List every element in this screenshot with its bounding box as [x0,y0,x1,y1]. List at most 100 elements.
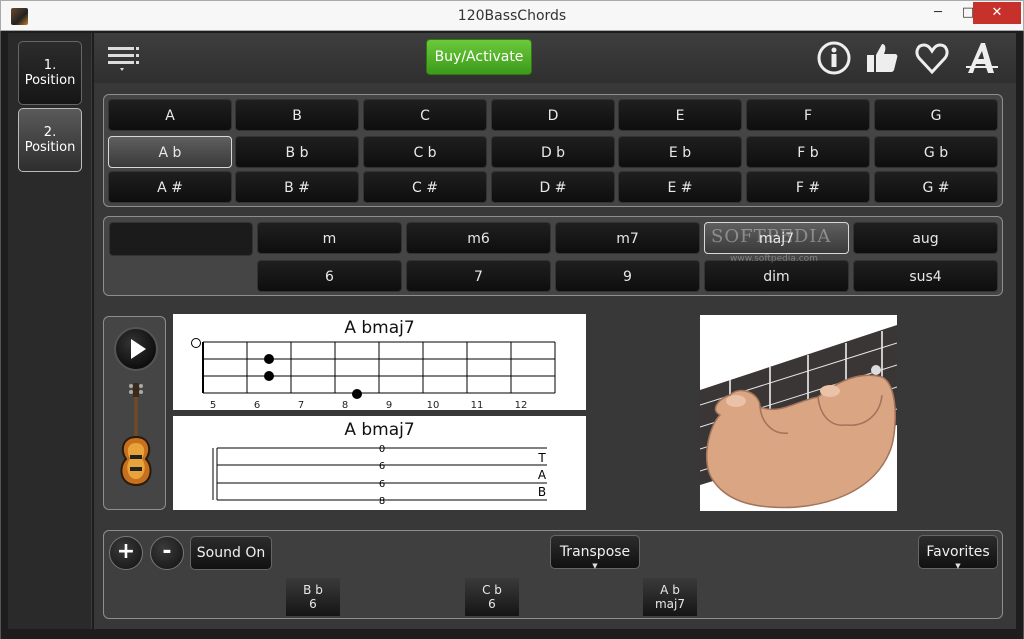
toolbar: Buy/Activate [94,33,1016,83]
root-note-button[interactable]: C # [363,171,487,203]
tab-number: 6 [379,479,385,490]
root-note-button[interactable]: A [108,99,232,131]
tab-letter: B [538,485,546,499]
root-note-button[interactable]: E [618,99,742,131]
buy-activate-button[interactable]: Buy/Activate [426,39,532,75]
play-panel [103,316,166,510]
chord-type-button[interactable]: dim [704,260,849,292]
favorites-label: Favorites [926,544,990,560]
fretboard-diagram: A bmaj7 5 6 7 8 9 10 11 12 [173,314,586,410]
heart-icon[interactable] [914,40,950,76]
root-note-button[interactable]: B # [235,171,359,203]
finger-dot [264,371,274,381]
chip-type: maj7 [654,597,685,611]
root-note-button[interactable]: D [491,99,615,131]
chord-type-button[interactable]: sus4 [853,260,998,292]
fret-number-label: 12 [515,400,528,410]
tab-staff: 0 6 6 8 T A B [212,444,547,507]
favorite-chord-chip[interactable]: A b maj7 [643,578,697,616]
tab-letter: T [537,451,546,465]
watermark-url: www.softpedia.com [730,254,818,264]
tablature: A bmaj7 0 6 6 8 T A B [173,416,586,510]
menu-icon[interactable] [106,43,140,73]
root-note-button[interactable]: D # [491,171,615,203]
fret-number-label: 5 [210,400,216,410]
tab-number: 0 [379,444,385,455]
tab-letter: A [538,468,547,482]
chord-type-button[interactable]: 7 [406,260,551,292]
transpose-label: Transpose [559,544,631,560]
chip-root: A b [660,583,680,597]
favorites-button[interactable]: Favorites ▼ [918,535,998,570]
root-note-button[interactable]: E b [618,136,742,168]
sound-toggle-button[interactable]: Sound On [190,536,272,570]
root-note-button[interactable]: G b [874,136,998,168]
position-1-button[interactable]: 1. Position [18,41,82,105]
position-label: Position [24,140,76,155]
sidebar: 1. Position 2. Position [8,33,92,629]
font-a-icon[interactable] [964,40,1000,76]
open-string-marker [191,338,201,348]
tab-number: 8 [379,496,385,507]
root-note-button[interactable]: A b [108,136,232,168]
fret-number-label: 8 [342,400,348,410]
fret-number-label: 11 [471,400,484,410]
favorite-chord-chip[interactable]: B b 6 [286,578,340,616]
root-note-button[interactable]: F b [746,136,870,168]
chord-type-button[interactable]: m7 [555,222,700,254]
blank-type-button[interactable] [109,222,253,256]
root-note-panel: ABCDEFG A bB bC bD bE bF bG b A # B # C # D #… [103,94,1003,207]
chord-type-panel: m m6 m7 maj7 aug 6 7 9 dim sus4 [103,216,1003,296]
tab-number: 6 [379,461,385,472]
root-note-button[interactable]: F [746,99,870,131]
info-icon[interactable] [816,40,852,76]
root-note-button[interactable]: D b [491,136,615,168]
hand-photo [700,315,897,511]
chevron-down-icon: ▼ [592,562,598,570]
plus-button[interactable]: + [109,536,143,570]
thumbs-up-icon[interactable] [864,40,900,76]
close-button[interactable]: ✕ [973,2,1021,24]
fret-number-label: 6 [254,400,260,410]
chord-type-button[interactable]: 9 [555,260,700,292]
root-note-button[interactable]: C [363,99,487,131]
fret-number-label: 7 [298,400,304,410]
favorite-chord-chip[interactable]: C b 6 [465,578,519,616]
chevron-down-icon: ▼ [955,562,961,570]
chip-root: B b [303,583,323,597]
chip-type: 6 [488,597,496,611]
window-title: 120BassChords [457,8,567,24]
chord-type-button[interactable]: m [257,222,402,254]
chord-type-button[interactable]: aug [853,222,998,254]
transpose-button[interactable]: Transpose ▼ [550,535,640,570]
minimize-button[interactable]: ─ [923,2,953,24]
position-2-button[interactable]: 2. Position [18,108,82,172]
fret-number-label: 9 [386,400,392,410]
root-note-button[interactable]: F # [746,171,870,203]
hand-on-fretboard-image [700,315,897,511]
finger-dot [264,354,274,364]
root-note-button[interactable]: E # [618,171,742,203]
play-icon [131,339,146,359]
bass-guitar-icon[interactable] [116,379,156,489]
position-number: 1. [43,58,57,73]
minus-button[interactable]: - [150,536,184,570]
chip-root: C b [482,583,502,597]
play-button[interactable] [114,327,158,371]
root-note-button[interactable]: B [235,99,359,131]
main-area: Buy/Activate ABCDEFGA bB bC bD bE bF bG … [94,33,1016,629]
root-note-button[interactable]: C b [363,136,487,168]
root-note-button[interactable]: B b [235,136,359,168]
finger-dot [352,389,362,399]
chord-type-button[interactable]: m6 [406,222,551,254]
root-note-button[interactable]: A # [108,171,232,203]
position-label: Position [24,73,76,88]
root-note-button[interactable]: G [874,99,998,131]
chord-type-button[interactable]: maj7 [704,222,849,254]
fret-number-label: 10 [427,400,440,410]
fretboard-grid: 5 6 7 8 9 10 11 12 [191,338,556,410]
chord-type-button[interactable]: 6 [257,260,402,292]
root-note-button[interactable]: G # [874,171,998,203]
chip-type: 6 [309,597,317,611]
position-number: 2. [43,125,57,140]
